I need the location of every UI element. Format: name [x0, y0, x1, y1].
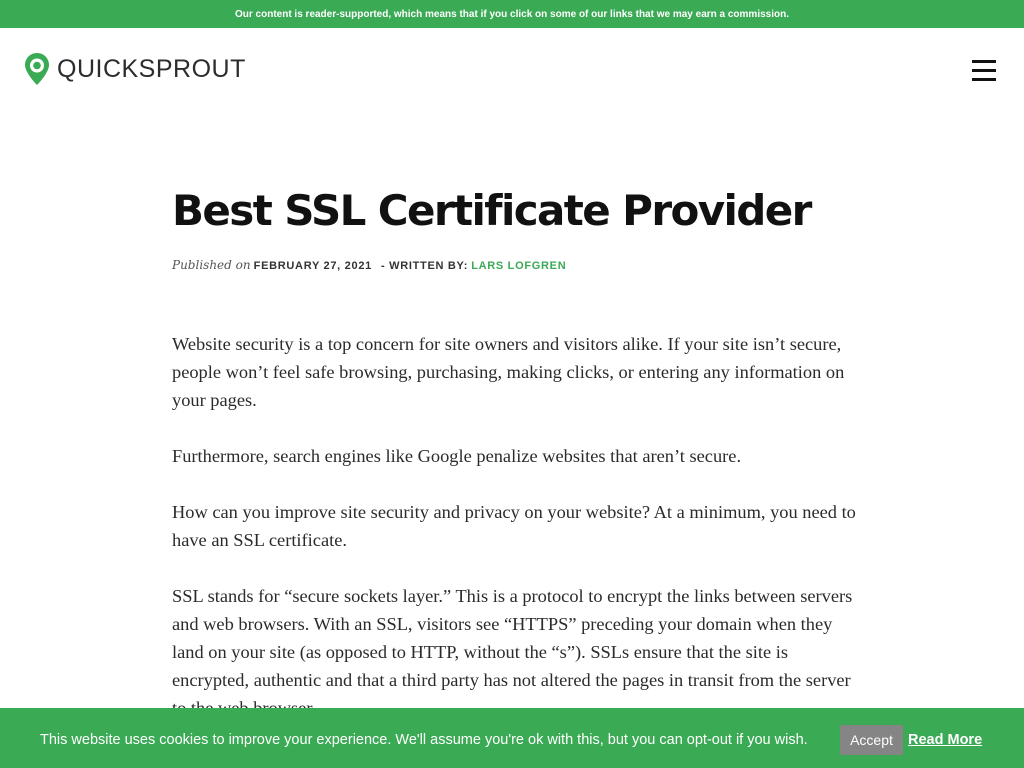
article: Best SSL Certificate Provider Published … [172, 184, 862, 750]
hamburger-menu-icon [972, 60, 996, 63]
article-title: Best SSL Certificate Provider [172, 186, 812, 235]
cookie-message: This website uses cookies to improve you… [40, 732, 808, 748]
site-logo-text: QUICKSPROUT [57, 54, 246, 83]
written-by-label: - WRITTEN BY: [381, 260, 469, 272]
article-meta: Published on February 27, 2021 - WRITTEN… [172, 258, 862, 273]
site-header: QUICKSPROUT [0, 28, 1024, 112]
author-link[interactable]: LARS LOFGREN [471, 260, 566, 272]
article-paragraph: How can you improve site security and pr… [172, 502, 856, 550]
quicksprout-pin-logo-icon [25, 53, 49, 85]
affiliate-disclosure-banner: Our content is reader-supported, which m… [0, 0, 1024, 28]
site-logo-link[interactable]: QUICKSPROUT [24, 52, 246, 86]
article-paragraph: Website security is a top concern for si… [172, 334, 845, 410]
affiliate-disclosure-text: Our content is reader-supported, which m… [234, 8, 789, 20]
hamburger-menu-button[interactable] [972, 58, 998, 82]
read-more-link[interactable]: Read More [908, 732, 982, 748]
publish-date: February 27, 2021 [253, 260, 372, 272]
cookie-consent-bar: This website uses cookies to improve you… [0, 708, 1024, 768]
article-paragraph: Furthermore, search engines like Google … [172, 446, 742, 466]
accept-cookies-button[interactable]: Accept [840, 725, 903, 755]
published-label: Published on [172, 258, 251, 272]
article-body: Website security is a top concern for si… [172, 330, 862, 722]
article-paragraph: SSL stands for “secure sockets layer.” T… [172, 586, 853, 718]
